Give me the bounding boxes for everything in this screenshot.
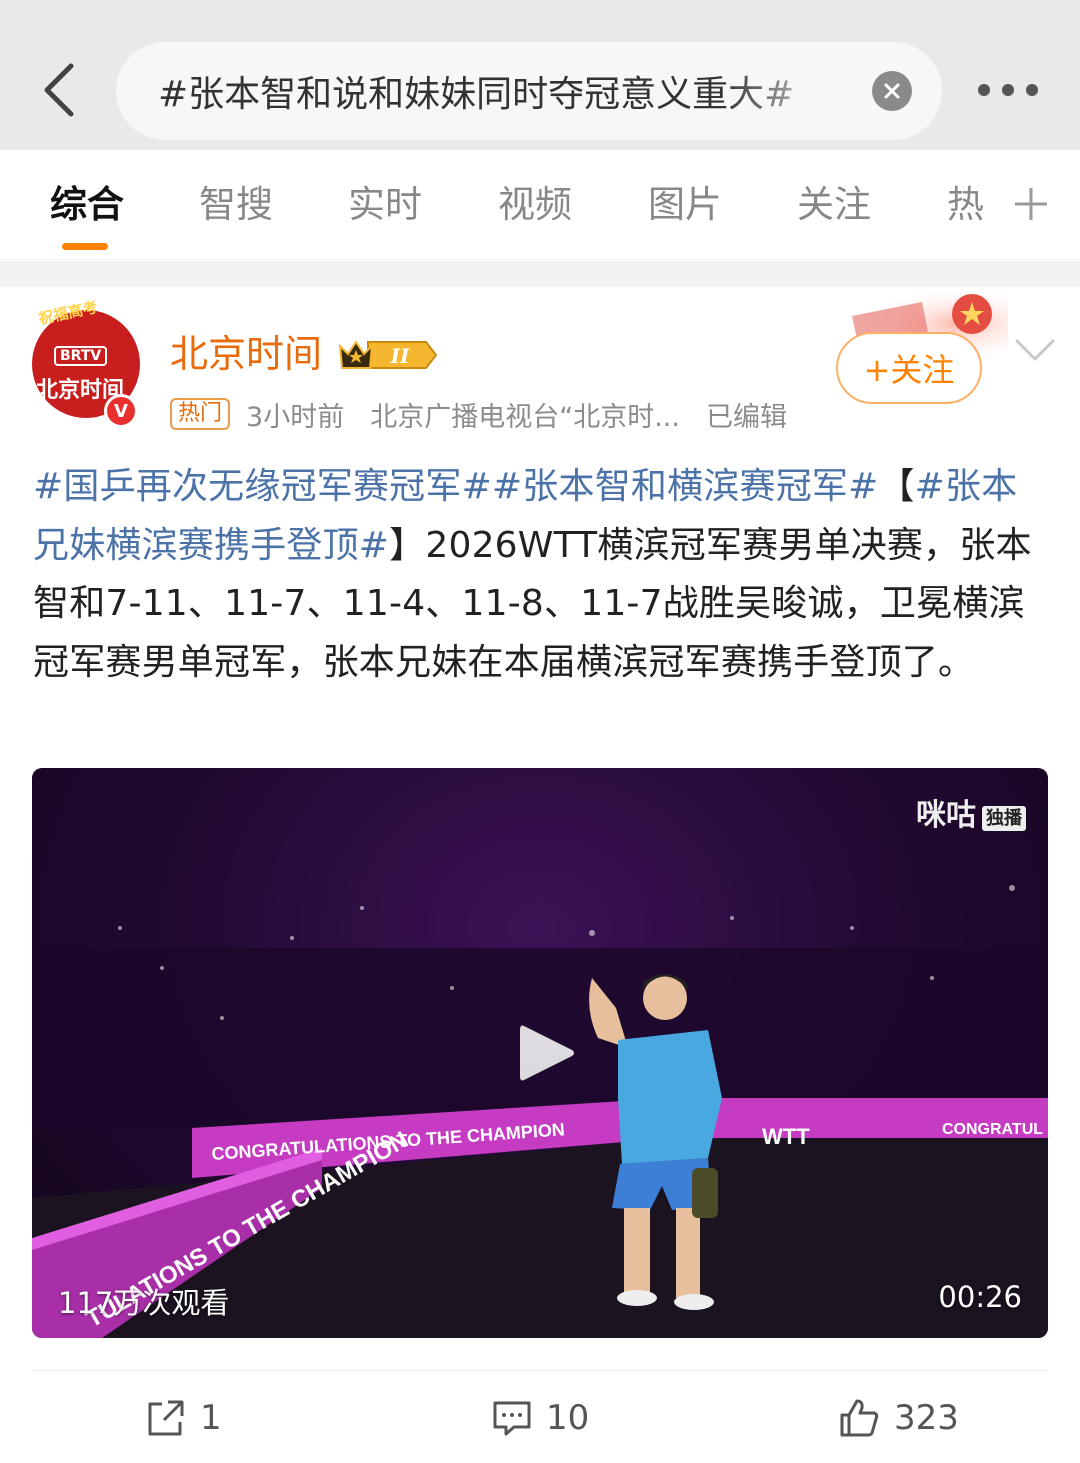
share-count: 1	[200, 1398, 222, 1438]
play-icon[interactable]	[508, 1018, 578, 1088]
more-dot-icon	[978, 84, 990, 96]
post-source[interactable]: 北京广播电视台“北京时...	[370, 395, 680, 434]
add-tab-icon[interactable]	[1012, 185, 1050, 223]
search-tabs: 综合 智搜 实时 视频 图片 关注 热	[0, 150, 1080, 260]
close-icon	[884, 83, 900, 99]
back-arrow-icon	[44, 63, 74, 117]
video-watermark: 咪咕 独播	[916, 790, 1026, 834]
topic-link[interactable]: #国乒再次无缘冠军赛冠军#	[33, 466, 492, 507]
action-divider	[32, 1370, 1048, 1371]
comment-count: 10	[546, 1398, 590, 1438]
bracket-open: 【	[878, 466, 915, 507]
vip-level: II	[390, 344, 410, 368]
share-button[interactable]: 1	[146, 1396, 222, 1440]
banner-text: WTT	[762, 1124, 810, 1149]
comment-icon	[493, 1401, 531, 1436]
back-button[interactable]	[30, 58, 86, 122]
hot-tag: 热门	[170, 398, 231, 430]
avatar-brand: BRTV	[54, 346, 108, 366]
tab-realtime[interactable]: 实时	[348, 180, 422, 230]
comment-button[interactable]: 10	[492, 1396, 589, 1440]
tab-video[interactable]: 视频	[498, 180, 572, 230]
tab-hot[interactable]: 热	[947, 180, 984, 230]
video-player[interactable]: CONGRATULATIONS TO THE CHAMPION WTT CONG…	[32, 768, 1048, 1338]
share-icon	[148, 1400, 184, 1436]
more-options-button[interactable]	[972, 70, 1044, 110]
avatar-ribbon-text: 祝福高考	[36, 297, 100, 329]
video-duration: 00:26	[938, 1280, 1022, 1314]
thumbs-up-icon	[840, 1399, 879, 1437]
active-tab-indicator	[62, 243, 108, 250]
post-meta: 热门 3小时前 北京广播电视台“北京时... 已编辑	[170, 395, 787, 434]
vip-crown-icon[interactable]: II	[338, 336, 438, 374]
tab-images[interactable]: 图片	[648, 180, 722, 230]
tab-smart-search[interactable]: 智搜	[199, 180, 273, 230]
verified-icon: V	[104, 394, 138, 428]
topic-link[interactable]: #张本智和横滨赛冠军#	[492, 466, 879, 507]
tab-comprehensive[interactable]: 综合	[50, 180, 124, 230]
post-text: #国乒再次无缘冠军赛冠军##张本智和横滨赛冠军#【#张本兄妹横滨赛携手登顶#】2…	[33, 458, 1049, 692]
search-input[interactable]: #张本智和说和妹妹同时夺冠意义重大#	[116, 42, 942, 140]
chevron-down-icon[interactable]	[1014, 336, 1056, 364]
tab-following[interactable]: 关注	[797, 180, 871, 230]
more-dot-icon	[1002, 84, 1014, 96]
edited-label[interactable]: 已编辑	[706, 395, 787, 434]
clear-search-button[interactable]	[872, 71, 912, 111]
top-bar: #张本智和说和妹妹同时夺冠意义重大#	[0, 0, 1080, 150]
like-button[interactable]: 323	[838, 1396, 959, 1440]
post-time: 3小时前	[246, 401, 345, 433]
section-divider	[0, 261, 1080, 287]
follow-button[interactable]: +关注	[836, 332, 982, 404]
banner-text: CONGRATUL	[942, 1121, 1043, 1138]
search-query[interactable]: #张本智和说和妹妹同时夺冠意义重大#	[158, 65, 848, 117]
more-dot-icon	[1026, 84, 1038, 96]
exclusive-tag: 独播	[982, 805, 1026, 831]
view-count: 117万次观看	[58, 1286, 230, 1320]
author-name[interactable]: 北京时间	[170, 330, 322, 378]
like-count: 323	[894, 1398, 959, 1438]
